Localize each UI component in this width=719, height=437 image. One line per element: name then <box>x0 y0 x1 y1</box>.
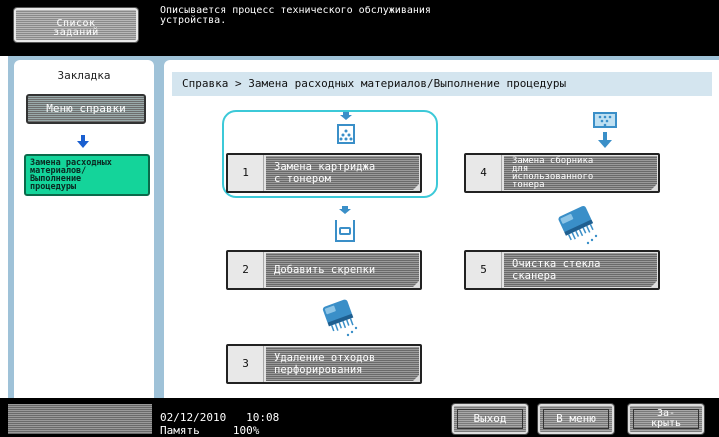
breadcrumb-current: Замена расходных материалов/Выполнение п… <box>248 77 567 90</box>
item-1-number: 1 <box>228 155 264 191</box>
item-5-label: Очистка стекла сканера <box>504 253 657 287</box>
item-clean-scanner-glass-button[interactable]: 5 Очистка стекла сканера <box>464 250 660 290</box>
active-line-4: процедуры <box>30 182 77 192</box>
item-1-corner <box>412 183 420 191</box>
bookmark-title: Закладка <box>57 69 111 82</box>
item-add-staples-button[interactable]: 2 Добавить скрепки <box>226 250 422 290</box>
item-4-label: Замена сборника для использованного тоне… <box>504 156 657 190</box>
close-button[interactable]: За- крыть <box>628 404 704 434</box>
left-panel-body: Закладка Меню справки Замена расходных м… <box>14 60 154 398</box>
item-2-number: 2 <box>228 252 264 288</box>
exit-button[interactable]: Выход <box>452 404 528 434</box>
memory-value: 100% <box>232 424 260 437</box>
item-2-line-1: Добавить скрепки <box>274 264 376 276</box>
item-1-label: Замена картриджа с тонером <box>266 156 419 190</box>
breadcrumb: Справка > Замена расходных материалов/Вы… <box>172 72 712 96</box>
breadcrumb-root: Справка <box>182 77 229 90</box>
item-1-line-1: Замена картриджа <box>274 161 376 173</box>
item-remove-punch-waste-button[interactable]: 3 Удаление отходов перфорирования <box>226 344 422 384</box>
exit-button-label: Выход <box>473 412 507 425</box>
item-5-number: 5 <box>466 252 502 288</box>
punch-waste-icon <box>322 299 358 337</box>
breadcrumb-separator: > <box>234 77 242 90</box>
item-5-line-2: сканера <box>512 270 557 282</box>
item-2-label: Добавить скрепки <box>266 253 419 287</box>
consumables-procedure-button[interactable]: Замена расходных материалов/ Выполнение … <box>24 154 150 196</box>
item-5-corner <box>650 280 658 288</box>
job-list-button[interactable]: Список заданий <box>14 8 138 42</box>
scanner-glass-cleaning-icon <box>558 205 598 245</box>
memory-label: Память <box>160 424 200 437</box>
item-3-corner <box>412 374 420 382</box>
to-menu-button-label: В меню <box>556 412 596 425</box>
message-area: Описывается процесс технического обслужи… <box>160 6 540 26</box>
item-3-number: 3 <box>228 346 264 382</box>
status-time: 10:08 <box>246 411 280 424</box>
job-list-label-2: заданий <box>53 27 99 38</box>
toner-cartridge-icon <box>337 112 355 144</box>
datetime: 02/12/2010 10:08 <box>160 412 279 424</box>
item-3-label: Удаление отходов перфорирования <box>266 347 419 381</box>
item-4-line-4: тонера <box>512 180 545 190</box>
item-2-corner <box>412 280 420 288</box>
item-replace-toner-button[interactable]: 1 Замена картриджа с тонером <box>226 153 422 193</box>
item-4-corner <box>650 183 658 191</box>
bottom-left-strip <box>8 404 152 434</box>
left-panel: Закладка Меню справки Замена расходных м… <box>8 56 156 398</box>
item-4-number: 4 <box>466 155 502 191</box>
item-5-line-1: Очистка стекла <box>512 258 601 270</box>
item-3-line-1: Удаление отходов <box>274 352 376 364</box>
waste-toner-box-icon <box>593 112 617 148</box>
to-menu-button[interactable]: В меню <box>538 404 614 434</box>
down-arrow-icon <box>77 135 89 148</box>
status-date: 02/12/2010 <box>160 411 227 424</box>
help-menu-button[interactable]: Меню справки <box>26 94 146 124</box>
message-line-2: устройства. <box>160 15 227 26</box>
item-3-line-2: перфорирования <box>274 364 363 376</box>
close-button-line-2: крыть <box>650 418 682 429</box>
staples-icon <box>335 206 355 242</box>
item-replace-waste-toner-button[interactable]: 4 Замена сборника для использованного то… <box>464 153 660 193</box>
memory-status: Память 100% <box>160 425 259 437</box>
item-1-line-2: с тонером <box>274 173 331 185</box>
